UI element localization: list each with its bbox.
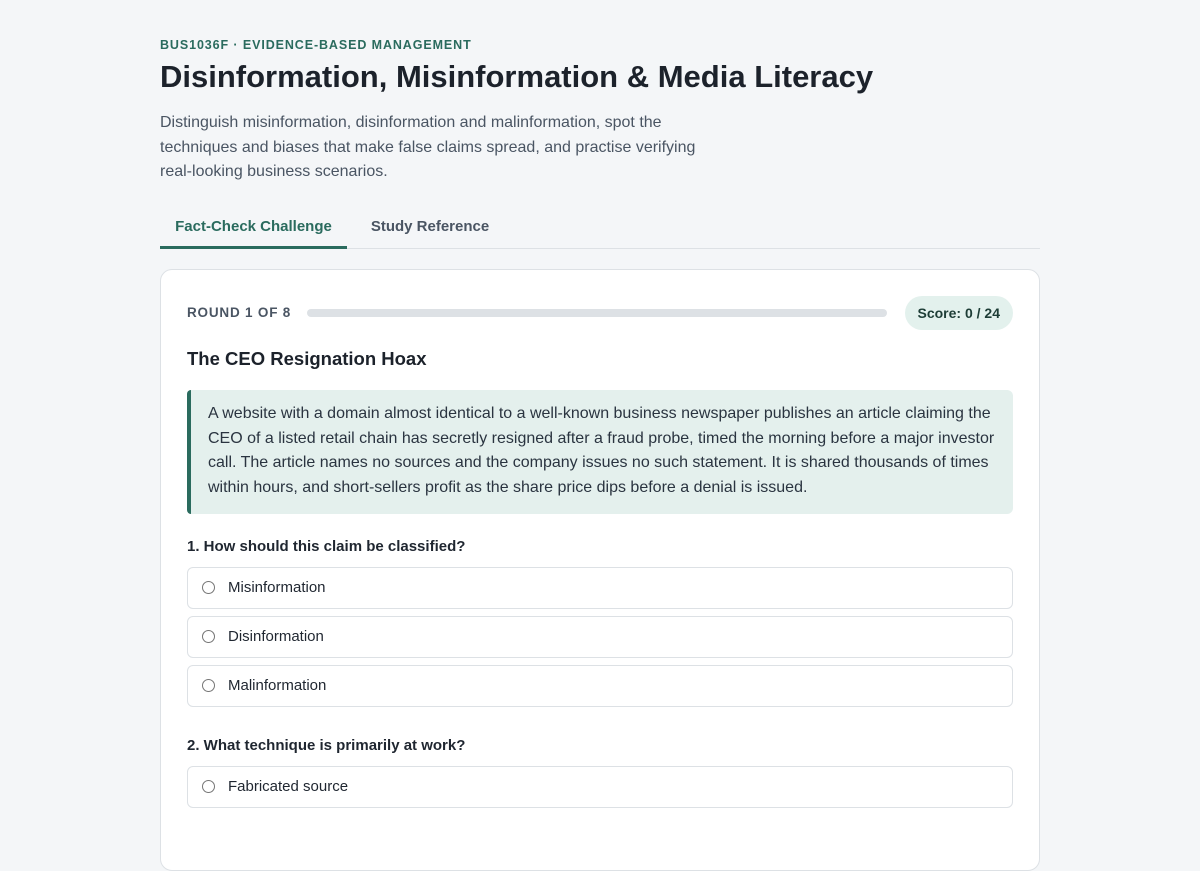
radio-button[interactable] bbox=[202, 679, 215, 692]
scenario-text: A website with a domain almost identical… bbox=[187, 390, 1013, 514]
question-1-label: 1. How should this claim be classified? bbox=[187, 538, 466, 555]
question-1-option-misinformation[interactable]: Misinformation bbox=[187, 567, 1013, 609]
option-label: Malinformation bbox=[228, 677, 327, 694]
course-code: BUS1036F · EVIDENCE-BASED MANAGEMENT bbox=[160, 38, 472, 52]
scenario-title: The CEO Resignation Hoax bbox=[187, 348, 427, 369]
challenge-card: ROUND 1 OF 8 Score: 0 / 24 The CEO Resig… bbox=[160, 269, 1040, 871]
question-1-option-malinformation[interactable]: Malinformation bbox=[187, 665, 1013, 707]
option-label: Fabricated source bbox=[228, 778, 349, 795]
question-2-label: 2. What technique is primarily at work? bbox=[187, 737, 466, 754]
round-progress-bar bbox=[307, 309, 887, 317]
radio-button[interactable] bbox=[202, 630, 215, 643]
radio-button[interactable] bbox=[202, 780, 215, 793]
score-badge: Score: 0 / 24 bbox=[904, 296, 1013, 330]
tab-fact-check-challenge[interactable]: Fact-Check Challenge bbox=[160, 207, 347, 249]
page-title: Disinformation, Misinformation & Media L… bbox=[160, 59, 874, 94]
option-label: Misinformation bbox=[228, 579, 326, 596]
radio-button[interactable] bbox=[202, 581, 215, 594]
page-subtitle: Distinguish misinformation, disinformati… bbox=[160, 114, 696, 180]
question-1-option-disinformation[interactable]: Disinformation bbox=[187, 616, 1013, 658]
option-label: Disinformation bbox=[228, 628, 324, 645]
tab-study-reference[interactable]: Study Reference bbox=[359, 207, 501, 246]
round-label: ROUND 1 OF 8 bbox=[187, 305, 292, 320]
question-2-option-fabricated-source[interactable]: Fabricated source bbox=[187, 766, 1013, 808]
tab-bar: Fact-Check Challenge Study Reference bbox=[160, 207, 1040, 249]
